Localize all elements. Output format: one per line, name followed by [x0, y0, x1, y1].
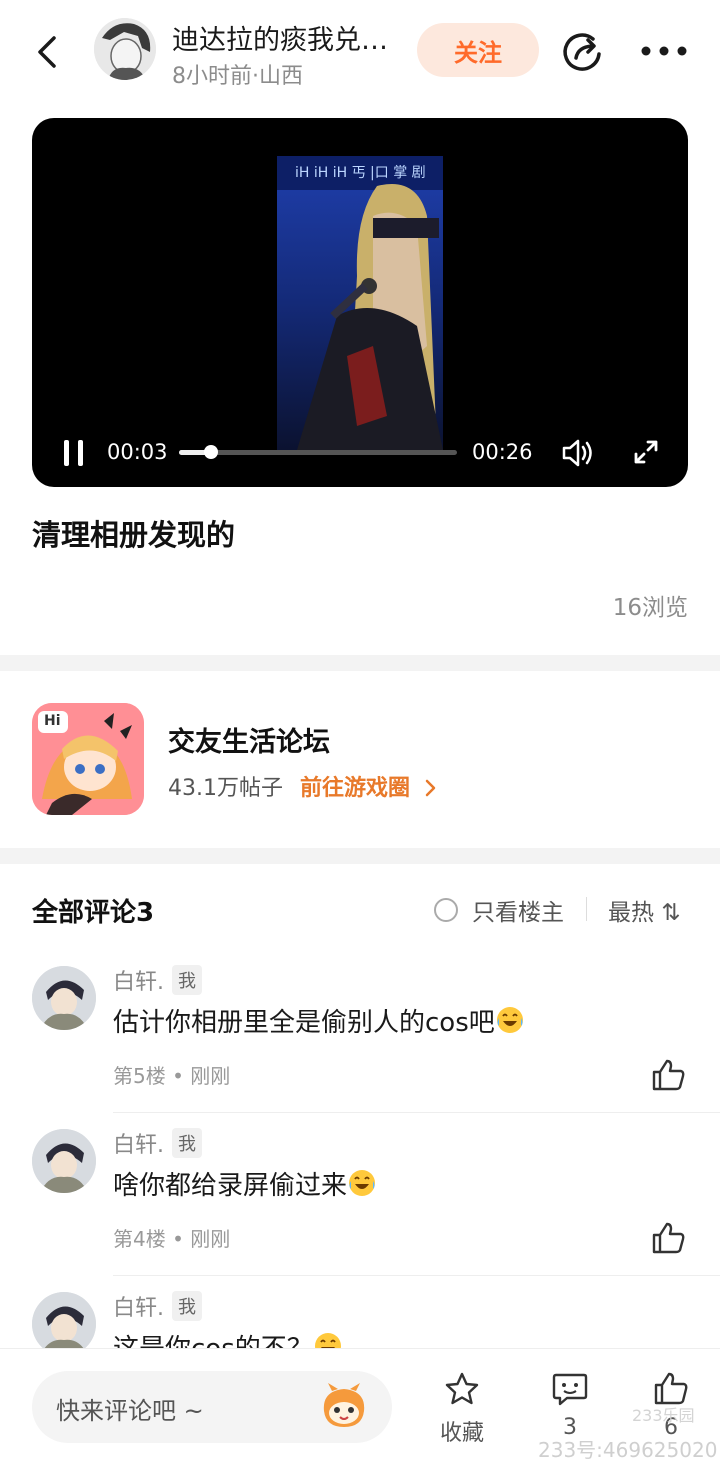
go-to-community-label: 前往游戏圈: [300, 776, 411, 801]
go-to-community-link[interactable]: 前往游戏圈: [300, 770, 438, 802]
sort-toggle[interactable]: 最热 ⇅: [608, 893, 681, 927]
commenter-name-row: 白轩. 我: [113, 1290, 202, 1322]
video-frame: iH iH iH 丐 |口 掌 剧: [277, 156, 443, 450]
comment-bubble-icon: [552, 1373, 588, 1406]
comment-meta: 第4楼 • 刚刚: [113, 1227, 231, 1251]
video-player[interactable]: iH iH iH 丐 |口 掌 剧 00:03 00:26: [32, 118, 688, 487]
post-time-location: 8小时前·山西: [172, 64, 303, 89]
comment-input-placeholder: 快来评论吧 ~: [56, 1397, 204, 1425]
commenter-name[interactable]: 白轩.: [113, 964, 164, 996]
pause-icon[interactable]: [62, 438, 86, 468]
video-progress-handle[interactable]: [203, 445, 218, 459]
comment-item: 白轩. 我 啥你都给录屏偷过来 第4楼 • 刚刚: [0, 1113, 720, 1276]
community-icon-badge: Hi: [44, 713, 61, 729]
divider: [586, 897, 587, 921]
watermark-logo: 233乐园: [632, 1406, 695, 1425]
commenter-avatar[interactable]: [32, 966, 96, 1030]
commenter-name-row: 白轩. 我: [113, 1127, 202, 1159]
laughing-tears-emoji-icon: [496, 1007, 523, 1033]
section-divider: [0, 655, 720, 671]
duration-time: 00:26: [472, 440, 533, 464]
community-post-count: 43.1万帖子: [168, 776, 283, 801]
commenter-name-row: 白轩. 我: [113, 964, 202, 996]
comment-text: 这是你cos的不？: [113, 1328, 343, 1348]
me-badge: 我: [172, 1128, 202, 1158]
commenter-name[interactable]: 白轩.: [113, 1127, 164, 1159]
commenter-name[interactable]: 白轩.: [113, 1290, 164, 1322]
comment-meta: 第5楼 • 刚刚: [113, 1064, 231, 1088]
comment-button[interactable]: 3: [540, 1371, 600, 1440]
comments-title: 全部评论3: [32, 898, 155, 928]
laughing-tears-emoji-icon: [314, 1333, 341, 1348]
video-progress-bar[interactable]: [179, 445, 457, 459]
back-arrow-icon[interactable]: [30, 34, 66, 70]
video-controls: 00:03 00:26: [32, 428, 688, 478]
volume-icon[interactable]: [560, 436, 596, 470]
thumbs-up-icon[interactable]: [650, 1221, 686, 1255]
more-options-icon[interactable]: [640, 36, 688, 66]
view-count: 16浏览: [612, 595, 688, 621]
community-icon[interactable]: Hi: [32, 703, 144, 815]
mascot-emoji-icon[interactable]: [318, 1381, 370, 1433]
laughing-tears-emoji-icon: [349, 1170, 376, 1196]
only-op-label: 只看楼主: [472, 900, 564, 926]
video-overlay-text: iH iH iH 丐 |口 掌 剧: [295, 165, 426, 181]
current-time: 00:03: [107, 440, 168, 464]
section-divider: [0, 848, 720, 864]
watermark-text: 233号:469625020: [538, 1438, 718, 1462]
only-op-toggle[interactable]: 只看楼主: [434, 893, 564, 927]
star-icon: [445, 1372, 479, 1405]
author-name[interactable]: 迪达拉的痰我兑…: [172, 18, 388, 57]
me-badge: 我: [172, 1291, 202, 1321]
comment-input[interactable]: 快来评论吧 ~: [32, 1371, 392, 1443]
follow-button[interactable]: 关注: [417, 23, 539, 77]
comment-item: 白轩. 我 估计你相册里全是偷别人的cos吧 第5楼 • 刚刚: [0, 950, 720, 1113]
top-bar: 迪达拉的痰我兑… 8小时前·山西 关注: [0, 0, 720, 110]
thumbs-up-icon[interactable]: [650, 1058, 686, 1092]
comment-text: 估计你相册里全是偷别人的cos吧: [113, 1002, 525, 1039]
me-badge: 我: [172, 965, 202, 995]
share-icon[interactable]: [560, 30, 604, 74]
favorite-button[interactable]: 收藏: [432, 1371, 492, 1447]
community-name[interactable]: 交友生活论坛: [168, 720, 330, 759]
comment-text: 啥你都给录屏偷过来: [113, 1165, 377, 1202]
commenter-avatar[interactable]: [32, 1129, 96, 1193]
author-avatar[interactable]: [94, 18, 156, 80]
radio-icon: [434, 898, 458, 922]
commenter-avatar[interactable]: [32, 1292, 96, 1348]
post-title: 清理相册发现的: [32, 518, 236, 552]
chevron-right-icon: [425, 779, 435, 797]
favorite-label: 收藏: [439, 1421, 484, 1446]
fullscreen-icon[interactable]: [632, 438, 660, 466]
comment-item: 白轩. 我 这是你cos的不？: [0, 1276, 720, 1348]
